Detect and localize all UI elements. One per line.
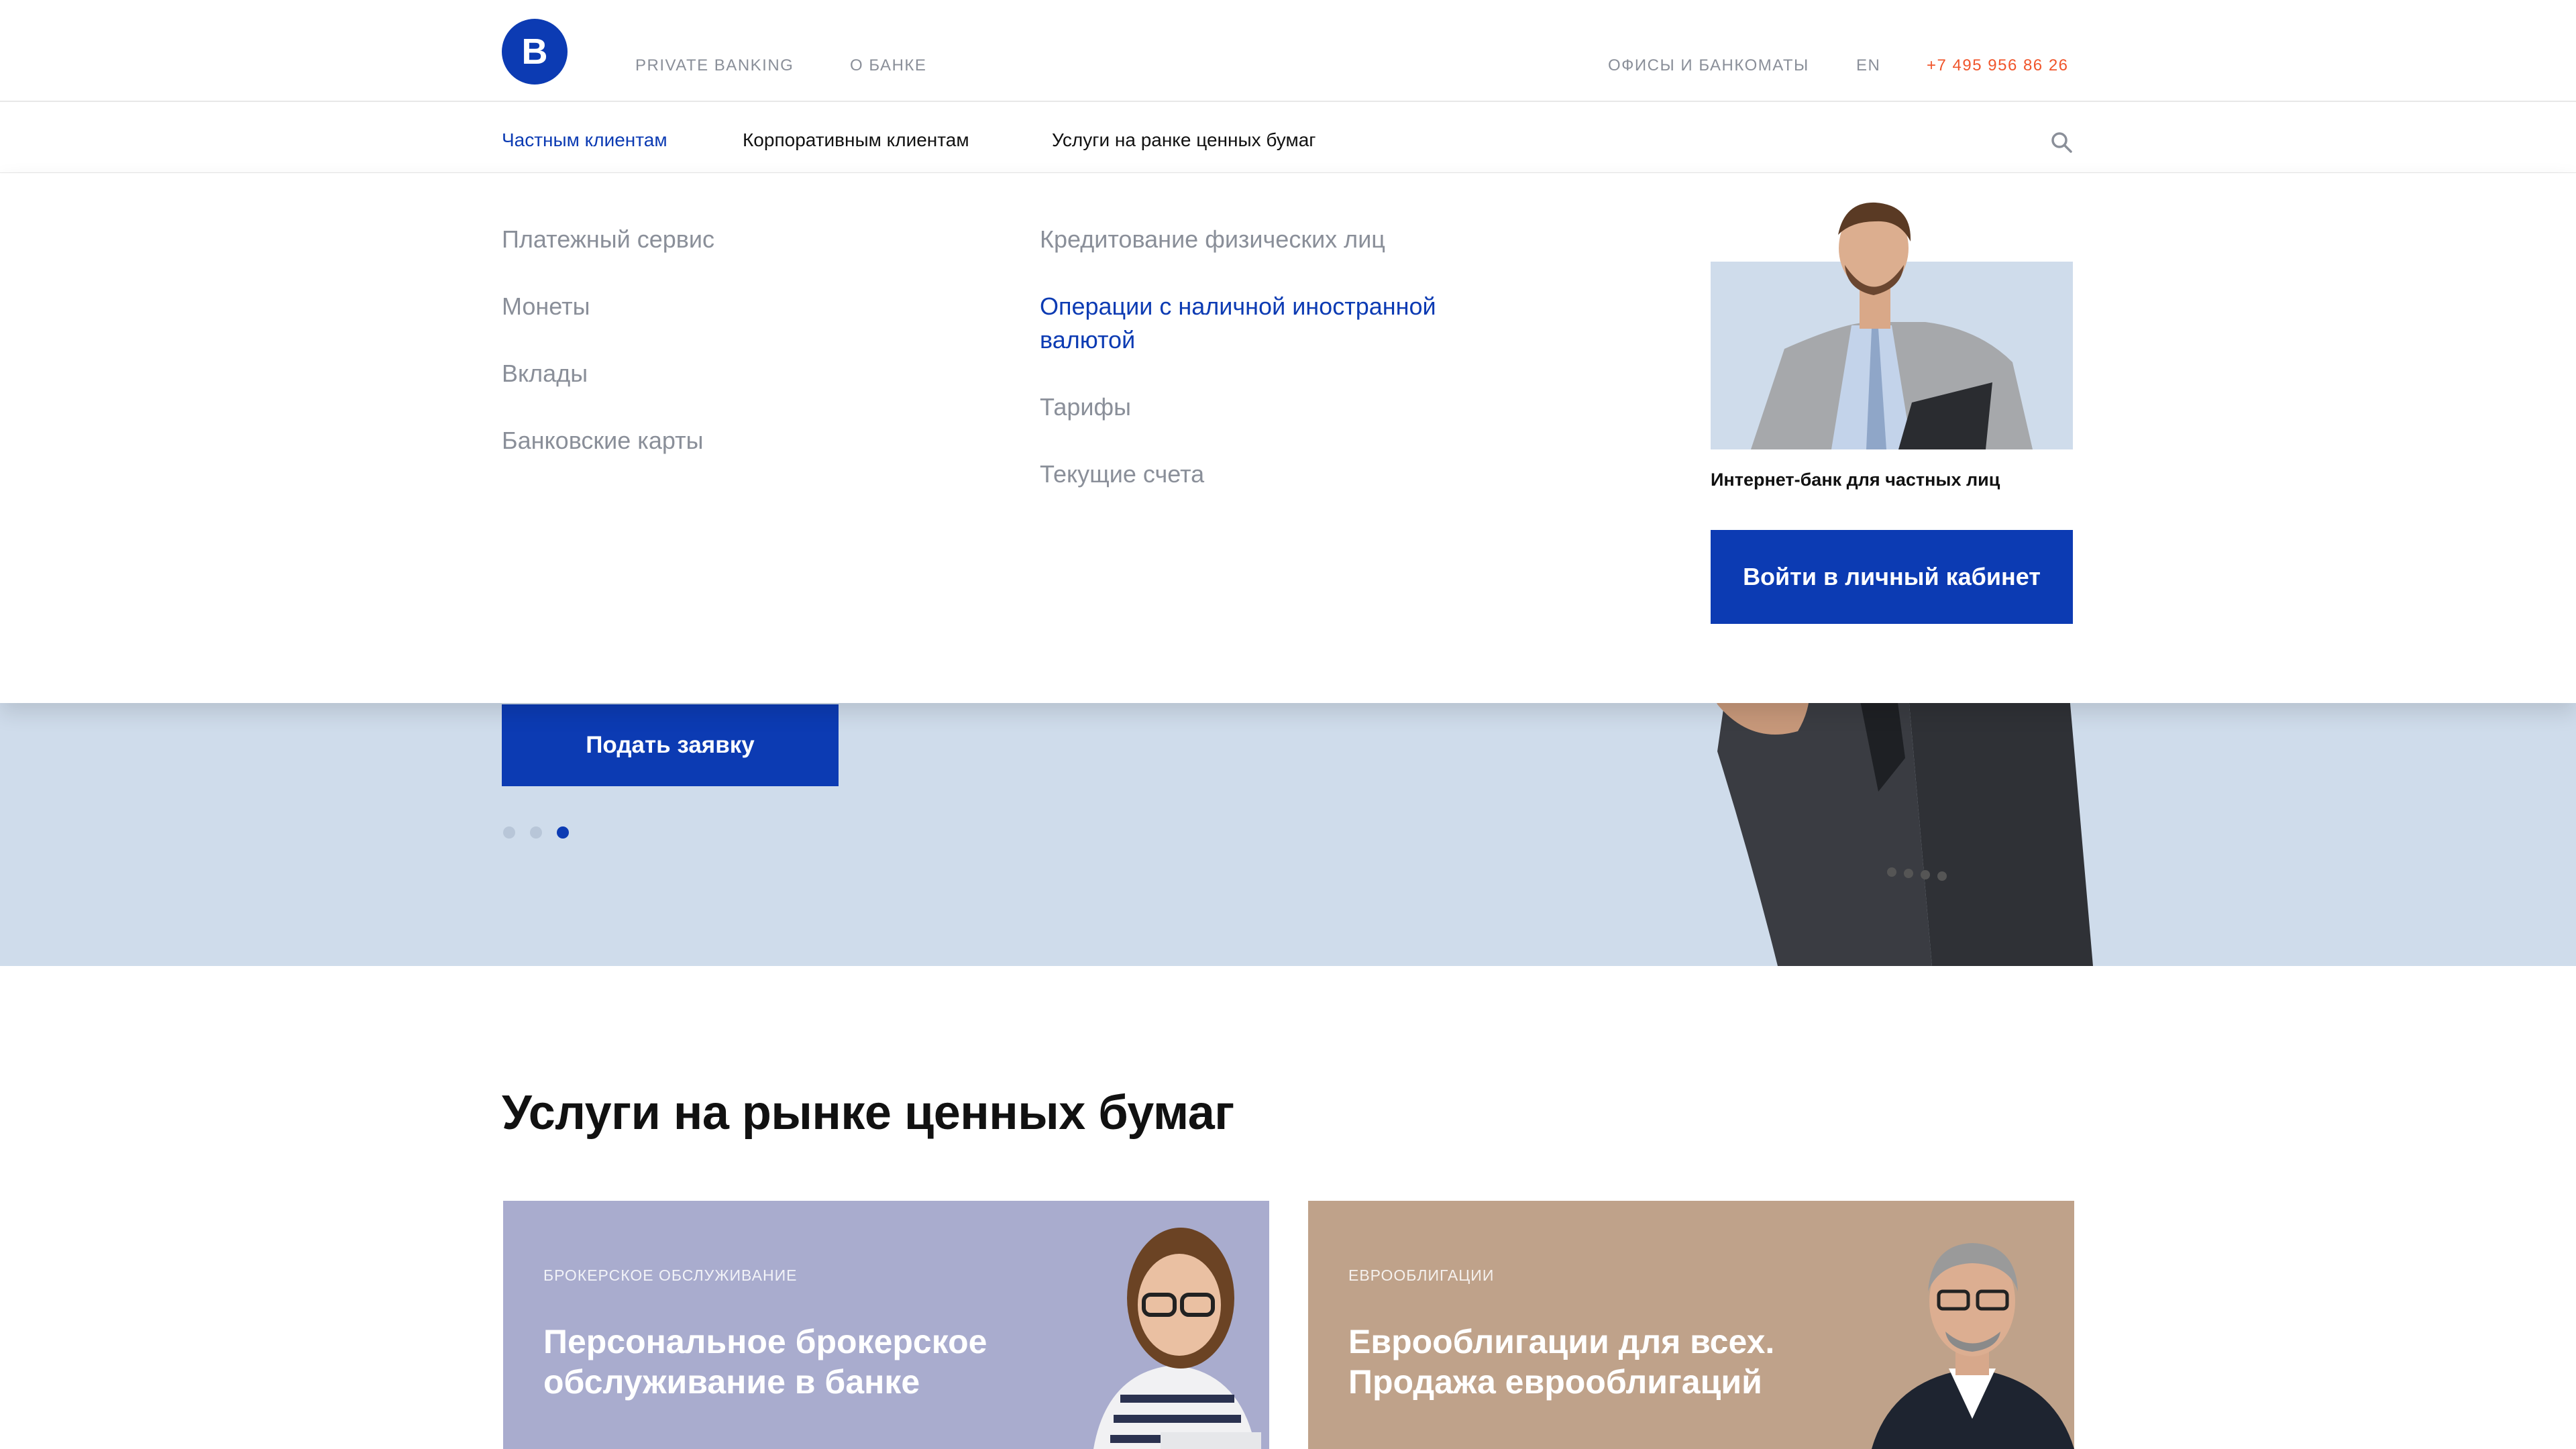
nav-securities-services[interactable]: Услуги на ранке ценных бумаг	[1052, 129, 1316, 151]
card-brokerage-title: Персональное брокерское обслуживание в б…	[543, 1323, 987, 1401]
menu-personal-lending[interactable]: Кредитование физических лиц	[1040, 223, 1385, 256]
top-bar	[0, 0, 2576, 102]
card-eurobonds-title: Еврооблигации для всех. Продажа еврообли…	[1348, 1323, 1775, 1401]
link-about-bank[interactable]: О БАНКЕ	[850, 56, 926, 75]
slider-dot-3[interactable]	[557, 826, 569, 839]
menu-deposits[interactable]: Вклады	[502, 357, 588, 390]
card-brokerage[interactable]: БРОКЕРСКОЕ ОБСЛУЖИВАНИЕ Персональное бро…	[503, 1201, 1269, 1449]
menu-payment-service[interactable]: Платежный сервис	[502, 223, 714, 256]
card-brokerage-tag: БРОКЕРСКОЕ ОБСЛУЖИВАНИЕ	[543, 1267, 798, 1284]
menu-bank-cards[interactable]: Банковские карты	[502, 424, 703, 458]
language-switch[interactable]: EN	[1856, 56, 1880, 75]
promo-person-image	[1711, 202, 2073, 449]
phone-number[interactable]: +7 495 956 86 26	[1927, 56, 2069, 75]
nav-corporate-clients[interactable]: Корпоративным клиентам	[743, 129, 969, 151]
nav-private-clients[interactable]: Частным клиентам	[502, 129, 667, 151]
link-private-banking[interactable]: PRIVATE BANKING	[635, 56, 794, 75]
hero-person-image	[1697, 657, 2093, 966]
search-icon[interactable]	[2050, 131, 2073, 154]
menu-current-accounts[interactable]: Текущие счета	[1040, 458, 1204, 491]
login-button[interactable]: Войти в личный кабинет	[1711, 530, 2073, 624]
apply-button[interactable]: Подать заявку	[502, 704, 839, 786]
card-eurobonds-image	[1872, 1243, 2074, 1449]
slider-dot-1[interactable]	[503, 826, 515, 839]
section-title: Услуги на рынке ценных бумаг	[502, 1086, 1234, 1140]
bank-logo[interactable]: B	[502, 19, 568, 85]
card-eurobonds[interactable]: ЕВРООБЛИГАЦИИ Еврооблигации для всех. Пр…	[1308, 1201, 2074, 1449]
slider-dot-2[interactable]	[530, 826, 542, 839]
card-eurobonds-tag: ЕВРООБЛИГАЦИИ	[1348, 1267, 1495, 1284]
menu-tariffs[interactable]: Тарифы	[1040, 390, 1131, 424]
link-offices-atms[interactable]: ОФИСЫ И БАНКОМАТЫ	[1608, 56, 1809, 75]
promo-caption: Интернет-банк для частных лиц	[1711, 470, 2000, 490]
card-brokerage-image	[1093, 1228, 1261, 1449]
menu-foreign-currency-operations[interactable]: Операции с наличной иностранной валютой	[1040, 290, 1509, 357]
menu-coins[interactable]: Монеты	[502, 290, 590, 323]
